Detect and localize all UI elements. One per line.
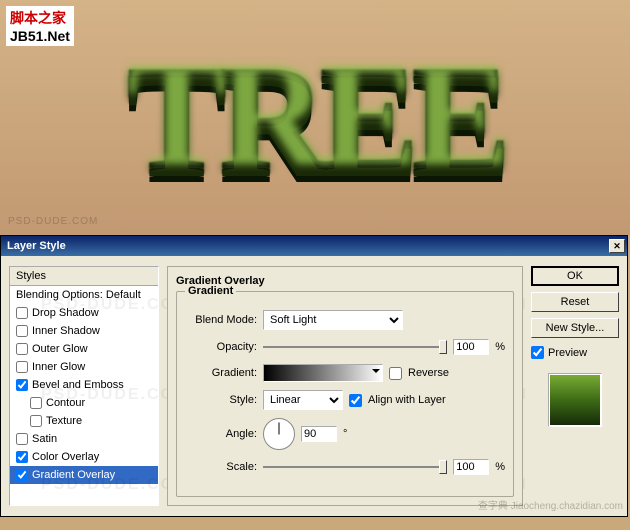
- style-bevel-emboss[interactable]: Bevel and Emboss: [10, 376, 158, 394]
- style-satin[interactable]: Satin: [10, 430, 158, 448]
- checkbox-contour[interactable]: [30, 397, 42, 409]
- gradient-fieldset: Gradient Blend Mode: Soft Light Opacity:…: [176, 291, 514, 497]
- style-select[interactable]: Linear: [263, 390, 343, 410]
- checkbox-inner-shadow[interactable]: [16, 325, 28, 337]
- style-color-overlay[interactable]: Color Overlay: [10, 448, 158, 466]
- blend-mode-label: Blend Mode:: [185, 314, 257, 326]
- checkbox-gradient-overlay[interactable]: [16, 469, 28, 481]
- gradient-label: Gradient:: [185, 367, 257, 379]
- blending-options-default[interactable]: Blending Options: Default: [10, 286, 158, 304]
- layer-style-dialog: Layer Style ✕ PSD-DUDE.COM PSD-DUDE.COM …: [0, 235, 628, 517]
- blend-mode-select[interactable]: Soft Light: [263, 310, 403, 330]
- percent-unit: %: [495, 461, 505, 473]
- right-column: OK Reset New Style... Preview: [531, 266, 619, 506]
- reverse-label: Reverse: [408, 367, 449, 379]
- opacity-slider[interactable]: [263, 338, 447, 356]
- settings-panel: Gradient Overlay Gradient Blend Mode: So…: [167, 266, 523, 506]
- reverse-checkbox[interactable]: [389, 367, 402, 380]
- checkbox-drop-shadow[interactable]: [16, 307, 28, 319]
- scale-label: Scale:: [185, 461, 257, 473]
- scale-input[interactable]: [453, 459, 489, 475]
- style-drop-shadow[interactable]: Drop Shadow: [10, 304, 158, 322]
- corner-watermark: 查字典 Jiaocheng.chazidian.com: [478, 497, 623, 512]
- preview-swatch: [548, 373, 602, 427]
- preview-label: Preview: [548, 347, 587, 359]
- checkbox-satin[interactable]: [16, 433, 28, 445]
- style-contour[interactable]: Contour: [10, 394, 158, 412]
- styles-list: Styles Blending Options: Default Drop Sh…: [9, 266, 159, 506]
- scale-slider[interactable]: [263, 458, 447, 476]
- angle-label: Angle:: [185, 428, 257, 440]
- tree-text: TREE: [127, 32, 503, 204]
- checkbox-inner-glow[interactable]: [16, 361, 28, 373]
- opacity-input[interactable]: [453, 339, 489, 355]
- reset-button[interactable]: Reset: [531, 292, 619, 312]
- align-label: Align with Layer: [368, 394, 446, 406]
- watermark-en: JB51.Net: [10, 28, 70, 44]
- style-texture[interactable]: Texture: [10, 412, 158, 430]
- checkbox-outer-glow[interactable]: [16, 343, 28, 355]
- checkbox-color-overlay[interactable]: [16, 451, 28, 463]
- style-gradient-overlay[interactable]: Gradient Overlay: [10, 466, 158, 484]
- style-outer-glow[interactable]: Outer Glow: [10, 340, 158, 358]
- gradient-picker[interactable]: [263, 364, 383, 382]
- angle-input[interactable]: [301, 426, 337, 442]
- degree-unit: °: [343, 428, 347, 440]
- canvas-preview: 脚本之家 JB51.Net TREE PSD-DUDE.COM: [0, 0, 630, 235]
- style-label: Style:: [185, 394, 257, 406]
- checkbox-bevel-emboss[interactable]: [16, 379, 28, 391]
- close-button[interactable]: ✕: [609, 239, 625, 253]
- opacity-label: Opacity:: [185, 341, 257, 353]
- align-checkbox[interactable]: [349, 394, 362, 407]
- site-watermark: 脚本之家 JB51.Net: [6, 6, 74, 46]
- dialog-title: Layer Style: [7, 240, 66, 252]
- checkbox-texture[interactable]: [30, 415, 42, 427]
- new-style-button[interactable]: New Style...: [531, 318, 619, 338]
- preview-toggle[interactable]: Preview: [531, 346, 619, 359]
- angle-dial[interactable]: [263, 418, 295, 450]
- ok-button[interactable]: OK: [531, 266, 619, 286]
- styles-header[interactable]: Styles: [10, 267, 158, 286]
- fieldset-label: Gradient: [185, 285, 236, 297]
- watermark-cn: 脚本之家: [10, 10, 66, 26]
- style-inner-glow[interactable]: Inner Glow: [10, 358, 158, 376]
- style-inner-shadow[interactable]: Inner Shadow: [10, 322, 158, 340]
- title-bar[interactable]: Layer Style ✕: [1, 236, 627, 256]
- preview-checkbox[interactable]: [531, 346, 544, 359]
- psd-dude-watermark: PSD-DUDE.COM: [8, 216, 98, 227]
- percent-unit: %: [495, 341, 505, 353]
